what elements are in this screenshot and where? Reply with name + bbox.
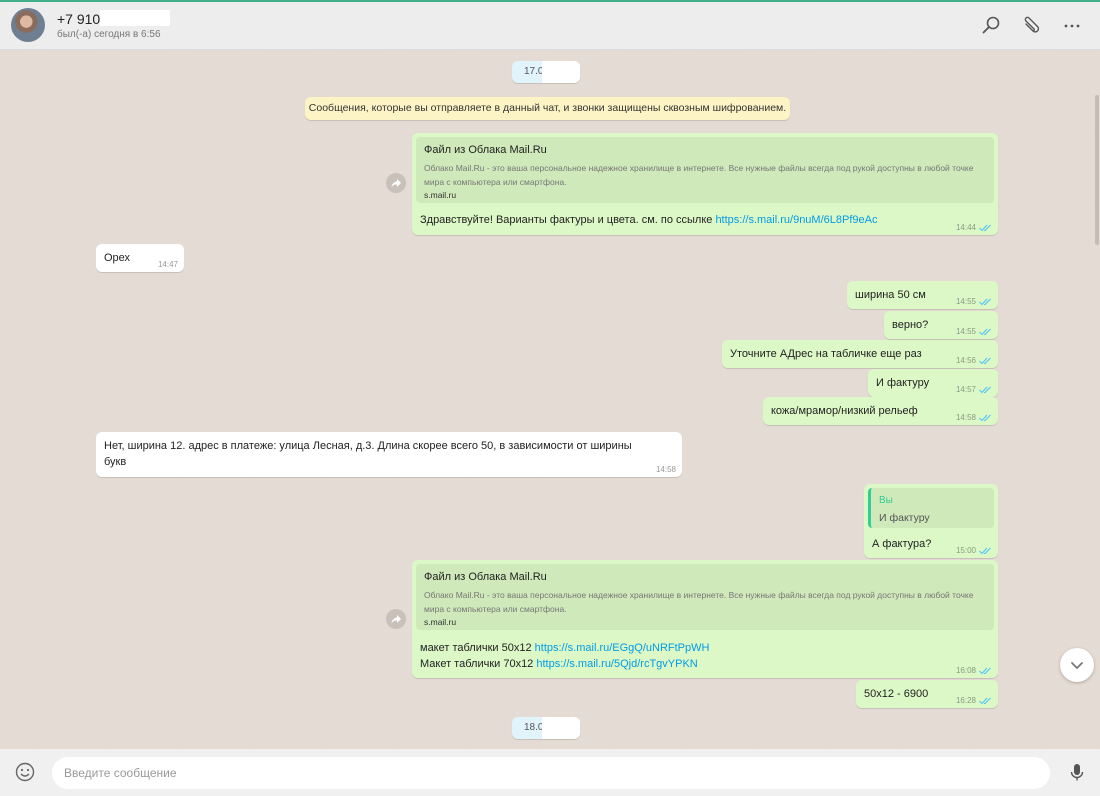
message-bubble-outgoing[interactable]: Файл из Облака Mail.Ru Облако Mail.Ru - … xyxy=(412,133,998,235)
chat-header: +7 910 был(-а) сегодня в 6:56 xyxy=(0,2,1100,50)
message-meta: 14:58 xyxy=(655,465,676,474)
contact-last-seen: был(-а) сегодня в 6:56 xyxy=(57,29,161,40)
message-text: А фактура? xyxy=(872,538,932,550)
date-separator: 18.0 xyxy=(512,717,580,739)
emoji-icon[interactable] xyxy=(14,761,36,783)
message-meta: 15:00 xyxy=(956,546,992,555)
link-preview-title: Файл из Облака Mail.Ru xyxy=(424,571,547,583)
message-text: ширина 50 см xyxy=(855,289,926,301)
message-meta: 14:44 xyxy=(956,223,992,232)
double-check-icon xyxy=(979,328,991,335)
scrollbar-thumb[interactable] xyxy=(1095,95,1099,245)
quoted-author: Вы xyxy=(879,495,893,506)
double-check-icon xyxy=(979,667,991,674)
double-check-icon xyxy=(979,697,991,704)
double-check-icon xyxy=(979,357,991,364)
microphone-icon[interactable] xyxy=(1066,761,1088,783)
message-bubble-outgoing[interactable]: И фактуру 14:57 xyxy=(868,369,998,397)
message-text: 50x12 - 6900 xyxy=(864,688,929,700)
contact-name[interactable]: +7 910 xyxy=(57,11,100,27)
chevron-down-icon xyxy=(1071,662,1083,670)
message-text: кожа/мрамор/низкий рельеф xyxy=(771,405,918,417)
composer-bar xyxy=(0,749,1100,796)
double-check-icon xyxy=(979,298,991,305)
message-meta: 14:47 xyxy=(157,260,178,269)
redaction-mask xyxy=(100,10,170,26)
message-bubble-outgoing[interactable]: верно? 14:55 xyxy=(884,311,998,339)
message-link[interactable]: https://s.mail.ru/5Qjd/rcTgvYPKN xyxy=(536,658,697,670)
search-icon[interactable] xyxy=(979,14,1003,38)
quoted-text: И фактуру xyxy=(879,512,930,524)
quoted-message[interactable]: Вы И фактуру xyxy=(868,488,994,528)
message-text: Нет, ширина 12. адрес в платеже: улица Л… xyxy=(104,440,632,468)
message-meta: 14:55 xyxy=(956,297,992,306)
link-preview-description: Облако Mail.Ru - это ваша персональное н… xyxy=(424,163,974,187)
message-bubble-incoming[interactable]: Орех 14:47 xyxy=(96,244,184,272)
message-text: верно? xyxy=(892,319,929,331)
message-input[interactable] xyxy=(52,757,1050,789)
message-list[interactable]: 17.0 Сообщения, которые вы отправляете в… xyxy=(0,51,1100,749)
message-meta: 14:57 xyxy=(956,385,992,394)
link-preview-title: Файл из Облака Mail.Ru xyxy=(424,144,547,156)
encryption-notice[interactable]: Сообщения, которые вы отправляете в данн… xyxy=(305,97,790,120)
message-link[interactable]: https://s.mail.ru/EGgQ/uNRFtPpWH xyxy=(535,642,710,654)
double-check-icon xyxy=(979,224,991,231)
message-meta: 16:28 xyxy=(956,696,992,705)
message-meta: 14:56 xyxy=(956,356,992,365)
message-bubble-incoming[interactable]: Нет, ширина 12. адрес в платеже: улица Л… xyxy=(96,432,682,477)
message-meta: 16:08 xyxy=(956,666,992,675)
forward-icon[interactable] xyxy=(386,173,406,193)
message-text: И фактуру xyxy=(876,377,930,389)
message-link[interactable]: https://s.mail.ru/9nuM/6L8Pf9eAc xyxy=(715,214,877,226)
link-preview-card[interactable]: Файл из Облака Mail.Ru Облако Mail.Ru - … xyxy=(416,137,994,203)
double-check-icon xyxy=(979,547,991,554)
more-vertical-icon[interactable] xyxy=(1060,14,1084,38)
message-text: Орех xyxy=(104,252,131,264)
message-bubble-outgoing[interactable]: 50x12 - 6900 16:28 xyxy=(856,680,998,708)
message-bubble-outgoing[interactable]: Файл из Облака Mail.Ru Облако Mail.Ru - … xyxy=(412,560,998,678)
link-preview-domain: s.mail.ru xyxy=(424,617,457,627)
message-bubble-outgoing[interactable]: Вы И фактуру А фактура? 15:00 xyxy=(864,484,998,558)
date-separator: 17.0 xyxy=(512,61,580,83)
link-preview-card[interactable]: Файл из Облака Mail.Ru Облако Mail.Ru - … xyxy=(416,564,994,630)
paperclip-icon[interactable] xyxy=(1019,14,1043,38)
scroll-to-bottom-button[interactable] xyxy=(1060,648,1094,682)
message-text: Здравствуйте! Варианты фактуры и цвета. … xyxy=(420,214,878,226)
forward-icon[interactable] xyxy=(386,609,406,629)
double-check-icon xyxy=(979,386,991,393)
message-meta: 14:58 xyxy=(956,413,992,422)
message-bubble-outgoing[interactable]: ширина 50 см 14:55 xyxy=(847,281,998,309)
message-bubble-outgoing[interactable]: Уточните АДрес на табличке еще раз 14:56 xyxy=(722,340,998,368)
contact-avatar[interactable] xyxy=(11,8,45,42)
message-text: Уточните АДрес на табличке еще раз xyxy=(730,348,922,360)
double-check-icon xyxy=(979,414,991,421)
message-bubble-outgoing[interactable]: кожа/мрамор/низкий рельеф 14:58 xyxy=(763,397,998,425)
link-preview-description: Облако Mail.Ru - это ваша персональное н… xyxy=(424,590,974,614)
message-text: макет таблички 50x12 https://s.mail.ru/E… xyxy=(420,642,710,670)
link-preview-domain: s.mail.ru xyxy=(424,190,457,200)
message-meta: 14:55 xyxy=(956,327,992,336)
